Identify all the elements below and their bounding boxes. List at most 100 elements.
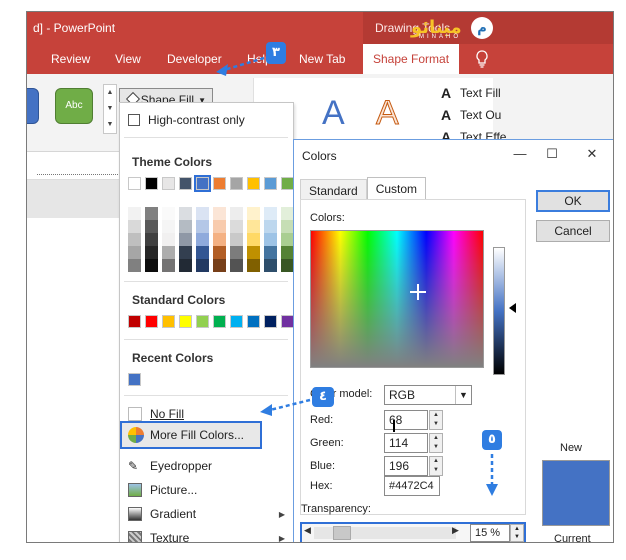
spin-down-icon[interactable]: ▼ (511, 533, 523, 541)
scroll-down-icon[interactable]: ▼ (104, 101, 116, 117)
tint-swatch[interactable] (247, 220, 260, 233)
tab-new-tab[interactable]: New Tab (299, 52, 345, 66)
standard-color-swatch[interactable] (213, 315, 226, 328)
tint-swatch[interactable] (196, 233, 209, 246)
tint-swatch[interactable] (145, 259, 158, 272)
theme-color-swatch[interactable] (230, 177, 243, 190)
tint-swatch[interactable] (213, 259, 226, 272)
wordart-style-blue[interactable]: A (322, 94, 345, 133)
spin-down-icon[interactable]: ▼ (430, 443, 442, 452)
tint-swatch[interactable] (213, 233, 226, 246)
more-icon[interactable]: ▼ (104, 117, 116, 133)
tint-swatch[interactable] (162, 207, 175, 220)
theme-color-swatch[interactable] (162, 177, 175, 190)
recent-color-swatch[interactable] (128, 373, 141, 386)
theme-color-swatch[interactable] (179, 177, 192, 190)
standard-color-swatch[interactable] (264, 315, 277, 328)
shape-style-green[interactable]: Abc (55, 88, 93, 124)
red-input[interactable]: 68 (384, 410, 428, 430)
spin-down-icon[interactable]: ▼ (430, 466, 442, 475)
standard-color-swatch[interactable] (128, 315, 141, 328)
tint-swatch[interactable] (213, 246, 226, 259)
lightbulb-icon[interactable] (475, 50, 491, 68)
tint-swatch[interactable] (145, 220, 158, 233)
tint-swatch[interactable] (128, 246, 141, 259)
standard-color-swatch[interactable] (162, 315, 175, 328)
tint-swatch[interactable] (230, 246, 243, 259)
tint-swatch[interactable] (179, 259, 192, 272)
tab-review[interactable]: Review (51, 52, 90, 66)
tab-custom[interactable]: Custom (366, 177, 427, 199)
spin-up-icon[interactable]: ▲ (430, 411, 442, 420)
transparency-slider-thumb[interactable] (332, 526, 351, 540)
picture-option[interactable]: Picture... (120, 479, 293, 501)
theme-color-swatch[interactable] (213, 177, 226, 190)
scroll-up-icon[interactable]: ▲ (104, 85, 116, 101)
cancel-button[interactable]: Cancel (536, 220, 610, 242)
tint-swatch[interactable] (264, 259, 277, 272)
color-spectrum[interactable] (310, 230, 484, 368)
tab-standard[interactable]: Standard (300, 179, 367, 199)
tint-swatch[interactable] (128, 233, 141, 246)
tint-swatch[interactable] (247, 233, 260, 246)
standard-color-swatch[interactable] (230, 315, 243, 328)
luminance-slider[interactable] (493, 247, 505, 375)
spin-up-icon[interactable]: ▲ (430, 434, 442, 443)
theme-color-swatch[interactable] (194, 175, 211, 192)
tint-swatch[interactable] (145, 233, 158, 246)
ok-button[interactable]: OK (536, 190, 610, 212)
green-spinner[interactable]: ▲ ▼ (429, 433, 443, 453)
text-fill-button[interactable]: A Text Fill (441, 82, 506, 104)
standard-color-swatch[interactable] (145, 315, 158, 328)
tab-view[interactable]: View (115, 52, 141, 66)
tint-swatch[interactable] (264, 220, 277, 233)
transparency-spinner[interactable]: ▲ ▼ (510, 524, 524, 542)
tint-swatch[interactable] (230, 259, 243, 272)
tint-swatch[interactable] (162, 246, 175, 259)
standard-color-swatch[interactable] (179, 315, 192, 328)
wordart-style-orange[interactable]: A (376, 94, 400, 133)
tint-swatch[interactable] (213, 207, 226, 220)
tint-swatch[interactable] (247, 246, 260, 259)
tint-swatch[interactable] (264, 207, 277, 220)
tint-swatch[interactable] (196, 207, 209, 220)
tint-swatch[interactable] (264, 246, 277, 259)
blue-input[interactable]: 196 (384, 456, 428, 476)
theme-color-swatch[interactable] (247, 177, 260, 190)
scroll-left-icon[interactable]: ◀ (304, 525, 311, 536)
scroll-right-icon[interactable]: ▶ (452, 525, 459, 536)
tint-swatch[interactable] (179, 233, 192, 246)
theme-color-swatch[interactable] (145, 177, 158, 190)
tint-swatch[interactable] (230, 220, 243, 233)
luminance-pointer-icon[interactable] (509, 303, 516, 313)
tint-swatch[interactable] (162, 233, 175, 246)
tint-swatch[interactable] (196, 259, 209, 272)
hex-input[interactable]: #4472C4 (384, 476, 440, 496)
spin-up-icon[interactable]: ▲ (511, 525, 523, 533)
transparency-input[interactable]: 15 % (470, 524, 510, 542)
blue-spinner[interactable]: ▲ ▼ (429, 456, 443, 476)
tint-swatch[interactable] (128, 207, 141, 220)
maximize-icon[interactable]: ☐ (544, 146, 560, 162)
tint-swatch[interactable] (162, 259, 175, 272)
tint-swatch[interactable] (196, 220, 209, 233)
texture-option[interactable]: Texture ▶ (120, 527, 293, 542)
tint-swatch[interactable] (230, 207, 243, 220)
standard-color-swatch[interactable] (247, 315, 260, 328)
high-contrast-option[interactable]: High-contrast only (120, 109, 293, 131)
red-spinner[interactable]: ▲ ▼ (429, 410, 443, 430)
tint-swatch[interactable] (179, 246, 192, 259)
tint-swatch[interactable] (145, 207, 158, 220)
minimize-icon[interactable]: — (512, 146, 528, 162)
theme-color-swatch[interactable] (128, 177, 141, 190)
chevron-down-icon[interactable]: ▼ (455, 386, 471, 404)
tint-swatch[interactable] (162, 220, 175, 233)
checkbox-icon[interactable] (128, 114, 140, 126)
tint-swatch[interactable] (247, 207, 260, 220)
tint-swatch[interactable] (264, 233, 277, 246)
theme-color-swatch[interactable] (264, 177, 277, 190)
green-input[interactable]: 114 (384, 433, 428, 453)
color-model-select[interactable]: RGB ▼ (384, 385, 472, 405)
tint-swatch[interactable] (179, 207, 192, 220)
tint-swatch[interactable] (196, 246, 209, 259)
